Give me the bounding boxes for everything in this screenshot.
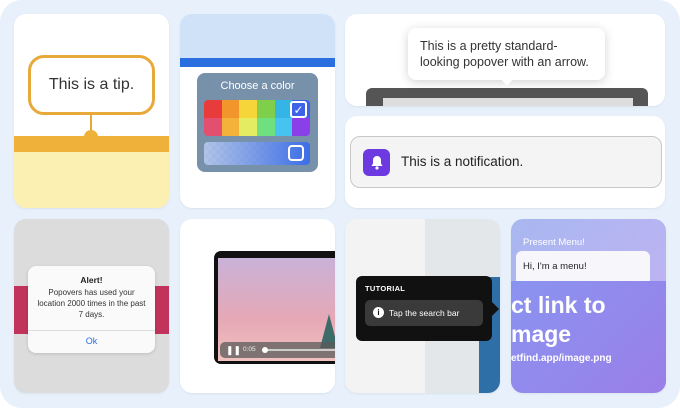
notification-banner[interactable]: This is a notification. (350, 136, 662, 188)
color-picker-title: Choose a color (220, 80, 295, 92)
color-picker-card: Choose a color ✓ (180, 14, 335, 208)
alert-divider (28, 330, 155, 331)
background-heading-line-2: mage (511, 321, 572, 347)
tutorial-popover: TUTORIAL i Tap the search bar (356, 276, 492, 341)
alert-dialog: Alert! Popovers has used your location 2… (28, 266, 155, 353)
color-swatch[interactable] (256, 118, 275, 136)
color-swatch[interactable] (239, 118, 257, 136)
background-heading-line-1: ct link to (511, 292, 606, 318)
color-swatch[interactable] (256, 100, 275, 118)
tip-bubble[interactable]: This is a tip. (28, 55, 155, 115)
alert-card: Alert! Popovers has used your location 2… (14, 219, 169, 393)
showcase-frame: This is a tip. Choose a color ✓ This is … (0, 0, 680, 408)
notification-card: This is a notification. (345, 116, 665, 208)
menu-popover: Hi, I'm a menu! (516, 251, 650, 281)
tip-card: This is a tip. (14, 14, 169, 208)
color-swatch[interactable] (204, 100, 222, 118)
video-scrubber[interactable] (264, 349, 335, 351)
popover-text: This is a pretty standard-looking popove… (420, 39, 589, 69)
tutorial-step-text: Tap the search bar (389, 308, 460, 318)
menu-background-image: ct link to mage etfind.app/image.png (511, 281, 666, 393)
popover-arrow (500, 78, 514, 86)
device-screen (383, 98, 633, 106)
popover[interactable]: This is a pretty standard-looking popove… (408, 28, 605, 80)
color-swatch[interactable] (221, 118, 240, 136)
color-picker-popover: Choose a color ✓ (197, 73, 318, 172)
video-time: 0:05 (243, 346, 256, 353)
tutorial-title: TUTORIAL (365, 284, 406, 293)
alert-ok-button[interactable]: Ok (28, 336, 155, 346)
pause-icon[interactable]: ❚❚ (226, 345, 241, 356)
selected-check-icon: ✓ (290, 101, 307, 118)
video-scrubber-knob[interactable] (262, 347, 268, 353)
present-menu-card: Present Menu! ct link to mage etfind.app/… (511, 219, 666, 393)
color-swatch[interactable] (221, 100, 240, 118)
background-heading: ct link to mage (511, 291, 606, 349)
color-picker-header-bg (180, 14, 335, 58)
tutorial-step[interactable]: i Tap the search bar (365, 300, 483, 326)
notification-text: This is a notification. (401, 154, 524, 169)
tip-text: This is a tip. (48, 76, 135, 93)
present-menu-caption: Present Menu! (523, 237, 585, 248)
video-player[interactable]: ❚❚ 0:05 (214, 251, 335, 364)
info-icon: i (373, 307, 384, 318)
bell-icon (363, 149, 390, 176)
tutorial-card: TUTORIAL i Tap the search bar (345, 219, 500, 393)
background-url: etfind.app/image.png (511, 353, 612, 364)
tip-background (14, 152, 169, 208)
menu-item[interactable]: Hi, I'm a menu! (523, 261, 587, 272)
tutorial-arrow (492, 302, 499, 316)
color-swatch[interactable] (239, 100, 257, 118)
color-swatch[interactable] (274, 118, 293, 136)
color-picker-accent-bar (180, 58, 335, 67)
color-swatch[interactable] (204, 118, 222, 136)
alert-message: Popovers has used your location 2000 tim… (37, 288, 146, 319)
alert-title: Alert! (80, 275, 103, 285)
opacity-slider-knob[interactable] (288, 145, 304, 161)
video-controls: ❚❚ 0:05 (220, 342, 335, 358)
color-swatch[interactable] (292, 118, 310, 136)
video-card: ❚❚ 0:05 (180, 219, 335, 393)
tip-anchor-dot (84, 130, 98, 144)
popover-card: This is a pretty standard-looking popove… (345, 14, 665, 106)
